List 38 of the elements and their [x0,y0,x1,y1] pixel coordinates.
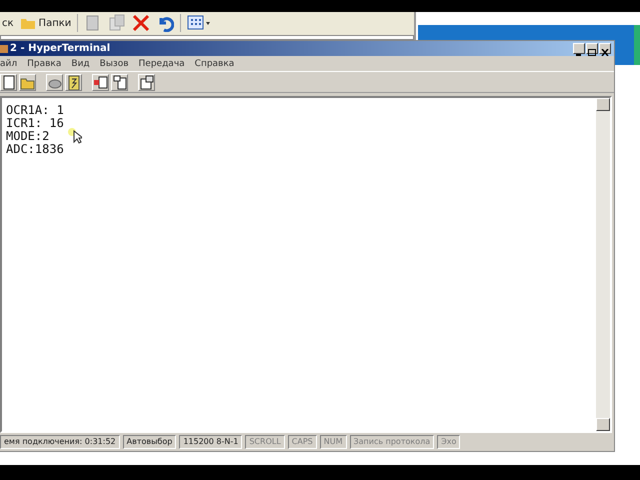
delete-icon[interactable] [132,14,150,32]
maximize-button[interactable] [586,43,598,54]
app-icon [0,44,8,54]
dial-icon[interactable] [65,74,82,90]
folder-icon [20,16,36,30]
properties-icon[interactable] [138,74,155,90]
close-button[interactable] [599,43,611,54]
send-icon[interactable] [92,74,109,90]
status-field: NUM [320,435,346,449]
status-field: емя подключения: 0:31:52 [0,435,120,449]
minimize-button[interactable] [573,43,585,54]
menu-item[interactable]: Вызов [100,58,129,68]
scrollbar[interactable] [596,98,610,431]
menu-item[interactable]: Справка [194,58,234,68]
receive-icon[interactable] [111,74,128,90]
toolbar-label: ск [2,18,14,28]
mouse-cursor-icon [68,128,82,144]
menu-item[interactable]: айл [0,58,18,68]
open-icon[interactable] [19,74,36,90]
new-icon[interactable] [0,74,17,90]
terminal-line: ADC:1836 [6,143,64,156]
terminal-line: OCR1A: 1 [6,104,64,117]
status-field: Эхо [437,435,460,449]
menu-item[interactable]: Вид [71,58,90,68]
address-field[interactable] [0,35,414,40]
status-field: CAPS [288,435,317,449]
disconnect-icon[interactable] [46,74,63,90]
menu-item[interactable]: Передача [138,58,185,68]
status-field: 115200 8-N-1 [179,435,242,449]
terminal-line: ICR1: 16 [6,117,64,130]
status-field: Запись протокола [350,435,434,449]
terminal-line: MODE:2 [6,130,50,143]
window-title: 2 - HyperTerminal [10,43,110,54]
menu-item[interactable]: Правка [27,58,62,68]
status-field: SCROLL [245,435,285,449]
status-field: Автовыбор [122,435,176,449]
folders-button[interactable]: Папки [20,16,72,30]
views-icon[interactable] [187,15,212,31]
